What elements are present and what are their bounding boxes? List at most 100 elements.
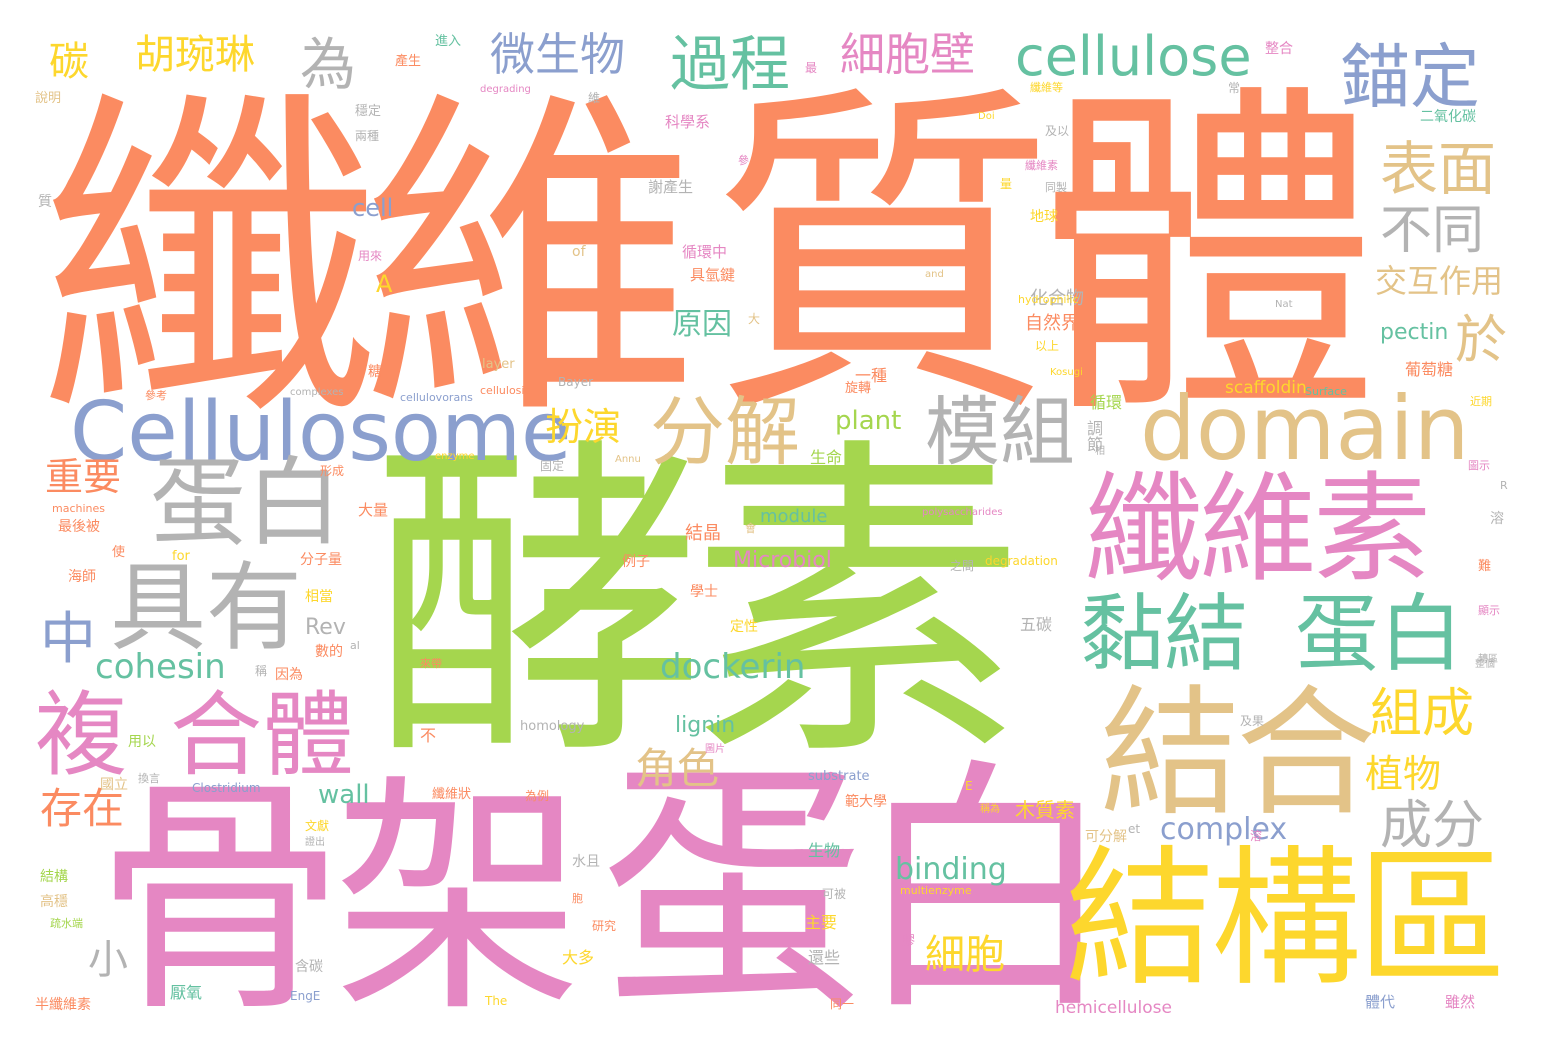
word-cloud-term: scaffoldin xyxy=(1225,378,1307,398)
word-cloud-term: A xyxy=(376,270,393,298)
word-cloud-term: 糖 xyxy=(368,364,382,380)
word-cloud-term: 過程 xyxy=(670,30,790,100)
word-cloud-term: 二氧化碳 xyxy=(1420,109,1476,125)
word-cloud-term: cellulovorans xyxy=(400,391,473,404)
word-cloud-term: 旋轉 xyxy=(845,381,872,396)
word-cloud-term: 還些 xyxy=(808,948,841,967)
word-cloud-term: EngE xyxy=(290,989,321,1003)
word-cloud-term: 纖維素 xyxy=(1085,460,1431,598)
word-cloud-term: Doi xyxy=(978,111,995,122)
word-cloud-term: 穩定 xyxy=(355,104,382,119)
word-cloud-term: 蛋白 xyxy=(150,447,342,559)
word-cloud-term: 數的 xyxy=(315,644,343,660)
word-cloud-term: 扮演 xyxy=(545,405,622,449)
word-cloud-term: 雖然 xyxy=(1445,993,1476,1011)
word-cloud-term: 圖片 xyxy=(705,744,725,755)
word-cloud-term: 蛋白 xyxy=(1295,585,1464,683)
word-cloud-term: 錨定 xyxy=(1340,36,1480,118)
word-cloud-term: 胡琬琳 xyxy=(135,32,255,78)
word-cloud-term: dockerin xyxy=(660,647,806,687)
word-cloud-term: 學士 xyxy=(690,584,718,600)
word-cloud-term: 植物 xyxy=(1365,752,1442,796)
word-cloud-term: 模組 xyxy=(925,388,1076,476)
word-cloud-term: enzyme xyxy=(435,451,475,462)
word-cloud-term: 自然界 xyxy=(1025,313,1079,334)
word-cloud-term: 表面 xyxy=(1380,135,1497,203)
word-cloud-term: binding xyxy=(895,852,1007,887)
word-cloud-term: Annu xyxy=(615,454,641,465)
word-cloud-term: 溶 xyxy=(1250,829,1263,843)
word-cloud-term: The xyxy=(485,994,508,1008)
word-cloud-term: 疏水端 xyxy=(50,917,83,930)
word-cloud-term: cohesin xyxy=(95,647,226,687)
word-cloud-term: 可分解 xyxy=(1085,829,1127,845)
word-cloud-term: 海師 xyxy=(68,569,96,585)
word-cloud-term: 用來 xyxy=(358,249,383,263)
word-cloud-term: 分解 xyxy=(650,388,801,476)
word-cloud-term: 相 xyxy=(1095,446,1105,457)
word-cloud-term: 五碳 xyxy=(1020,615,1053,634)
word-cloud-term: 及以 xyxy=(1045,124,1070,138)
word-cloud-term: 可被 xyxy=(822,887,847,901)
word-cloud-term: 最 xyxy=(805,61,818,75)
word-cloud-term: hemicellulose xyxy=(1055,998,1172,1018)
word-cloud-term: 細胞 xyxy=(925,932,1005,978)
word-cloud-term: 進入 xyxy=(435,34,462,49)
word-cloud-term: cellulosic xyxy=(480,384,531,397)
word-cloud-term: Clostridium xyxy=(192,781,261,795)
word-cloud-term: Surface xyxy=(1305,385,1347,398)
word-cloud-term: 細胞壁 xyxy=(840,28,976,81)
word-cloud-term: 不 xyxy=(420,726,437,745)
word-cloud-term: 謝產生 xyxy=(648,178,694,196)
word-cloud-term: 存在 xyxy=(40,784,125,833)
word-cloud-term: 大量 xyxy=(358,501,389,519)
word-cloud-term: of xyxy=(572,244,586,260)
word-cloud-term: 因為 xyxy=(275,667,303,683)
word-cloud-term: 胞 xyxy=(572,892,583,905)
word-cloud-term: 具氫鍵 xyxy=(690,266,736,284)
word-cloud-term: E xyxy=(965,779,973,793)
word-cloud-term: 具有 xyxy=(110,552,302,664)
word-cloud-term: 稱為 xyxy=(980,804,1000,815)
word-cloud-term: 於 xyxy=(1455,311,1508,371)
word-cloud-term: 相當 xyxy=(305,589,333,605)
word-cloud-term: 結晶 xyxy=(685,523,721,544)
word-cloud-term: wall xyxy=(318,780,370,810)
word-cloud-term: 形成 xyxy=(320,464,345,478)
word-cloud-term: 主要 xyxy=(805,913,838,932)
word-cloud-term: 大多 xyxy=(562,948,595,967)
word-cloud-term: 厭氧 xyxy=(170,983,203,1002)
word-cloud-term: 之間 xyxy=(950,559,975,573)
word-cloud-term: al xyxy=(350,639,360,652)
word-cloud-term: 研究 xyxy=(592,919,617,933)
word-cloud-term: 結構區 xyxy=(1065,833,1507,1007)
word-cloud-term: Rev xyxy=(305,615,346,640)
word-cloud-term: for xyxy=(172,549,190,564)
word-cloud-term: multienzyme xyxy=(900,884,972,897)
word-cloud-term: 文獻 xyxy=(305,819,330,833)
word-cloud-term: 含碳 xyxy=(295,959,323,975)
word-cloud-term: 膠 xyxy=(902,934,916,949)
word-cloud-term: 碳 xyxy=(42,40,88,80)
word-cloud-term: 溶 xyxy=(1490,511,1504,527)
word-cloud-term: 參考 xyxy=(145,389,167,402)
word-cloud-term: et xyxy=(1128,822,1141,836)
word-cloud-term: 合體 xyxy=(170,682,355,789)
word-cloud-term: 為 xyxy=(300,33,356,98)
word-cloud-term: 生物 xyxy=(808,841,841,860)
word-cloud-term: Bayer xyxy=(558,375,594,389)
word-cloud-term: 分子量 xyxy=(300,552,342,568)
word-cloud-term: 同一 xyxy=(830,997,855,1011)
word-cloud-term: 地球 xyxy=(1030,209,1058,225)
word-cloud-term: 定性 xyxy=(730,619,758,635)
word-cloud-term: 質 xyxy=(38,194,52,210)
word-cloud-term: 原因 xyxy=(672,307,732,342)
word-cloud-term: 換言 xyxy=(138,772,160,785)
word-cloud-term: 說明 xyxy=(35,91,62,106)
word-cloud-term: 纖維素 xyxy=(1025,159,1058,172)
word-cloud-term: 高穩 xyxy=(40,894,68,910)
word-cloud-term: 骨架 xyxy=(95,754,583,1045)
word-cloud-term: 葡萄糖 xyxy=(1405,360,1454,379)
word-cloud-term: Microbiol xyxy=(733,548,832,573)
word-cloud-term: complexes xyxy=(290,387,344,398)
